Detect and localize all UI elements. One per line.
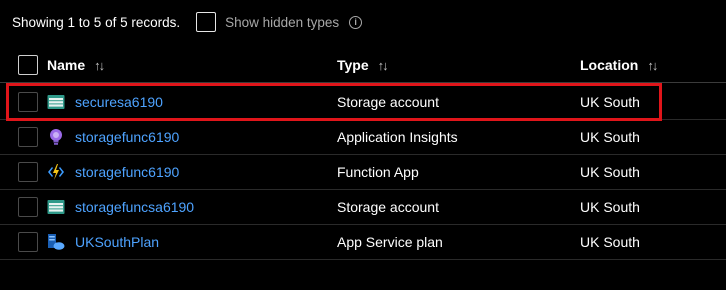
resource-type: Storage account (337, 199, 439, 215)
row-checkbox[interactable] (18, 162, 38, 182)
show-hidden-types-toggle[interactable]: Show hidden types i (196, 12, 363, 32)
column-header-name[interactable]: Name ↑↓ (47, 57, 105, 73)
show-hidden-types-label: Show hidden types (225, 14, 340, 30)
toolbar: Showing 1 to 5 of 5 records. Show hidden… (12, 12, 363, 32)
resource-location: UK South (580, 199, 640, 215)
row-checkbox[interactable] (18, 197, 38, 217)
show-hidden-types-checkbox[interactable] (196, 12, 217, 32)
function-app-icon (48, 164, 64, 180)
info-icon[interactable]: i (349, 15, 363, 29)
resource-type: Application Insights (337, 129, 458, 145)
select-all-checkbox[interactable] (18, 55, 38, 75)
table-row[interactable]: storagefunc6190 Function App UK South (0, 155, 726, 190)
sort-icon[interactable]: ↑↓ (647, 58, 658, 73)
application-insights-icon (50, 129, 62, 145)
resource-name-link[interactable]: UKSouthPlan (75, 234, 159, 250)
row-checkbox[interactable] (18, 127, 38, 147)
resource-location: UK South (580, 164, 640, 180)
app-service-plan-icon (48, 234, 65, 250)
resource-location: UK South (580, 234, 640, 250)
table-row[interactable]: storagefunc6190 Application Insights UK … (0, 120, 726, 155)
resource-location: UK South (580, 94, 640, 110)
resource-name-link[interactable]: storagefuncsa6190 (75, 199, 194, 215)
column-header-type[interactable]: Type ↑↓ (337, 57, 389, 73)
column-header-location-label: Location (580, 57, 639, 73)
resource-name-link[interactable]: securesa6190 (75, 94, 163, 110)
resource-name-link[interactable]: storagefunc6190 (75, 129, 179, 145)
resource-location: UK South (580, 129, 640, 145)
row-checkbox[interactable] (18, 92, 38, 112)
resource-type: Storage account (337, 94, 439, 110)
sort-icon[interactable]: ↑↓ (94, 58, 105, 73)
sort-icon[interactable]: ↑↓ (378, 58, 389, 73)
table-header: Name ↑↓ Type ↑↓ Location ↑↓ (0, 47, 726, 83)
resource-type: Function App (337, 164, 419, 180)
column-header-name-label: Name (47, 57, 86, 73)
records-count: Showing 1 to 5 of 5 records. (12, 14, 181, 30)
column-header-type-label: Type (337, 57, 369, 73)
column-header-location[interactable]: Location ↑↓ (580, 57, 658, 73)
table-row[interactable]: securesa6190 Storage account UK South (0, 85, 726, 120)
resource-type: App Service plan (337, 234, 443, 250)
resource-name-link[interactable]: storagefunc6190 (75, 164, 179, 180)
row-checkbox[interactable] (18, 232, 38, 252)
storage-account-icon (47, 200, 65, 214)
storage-account-icon (47, 95, 65, 109)
table-row[interactable]: storagefuncsa6190 Storage account UK Sou… (0, 190, 726, 225)
table-row[interactable]: UKSouthPlan App Service plan UK South (0, 225, 726, 260)
